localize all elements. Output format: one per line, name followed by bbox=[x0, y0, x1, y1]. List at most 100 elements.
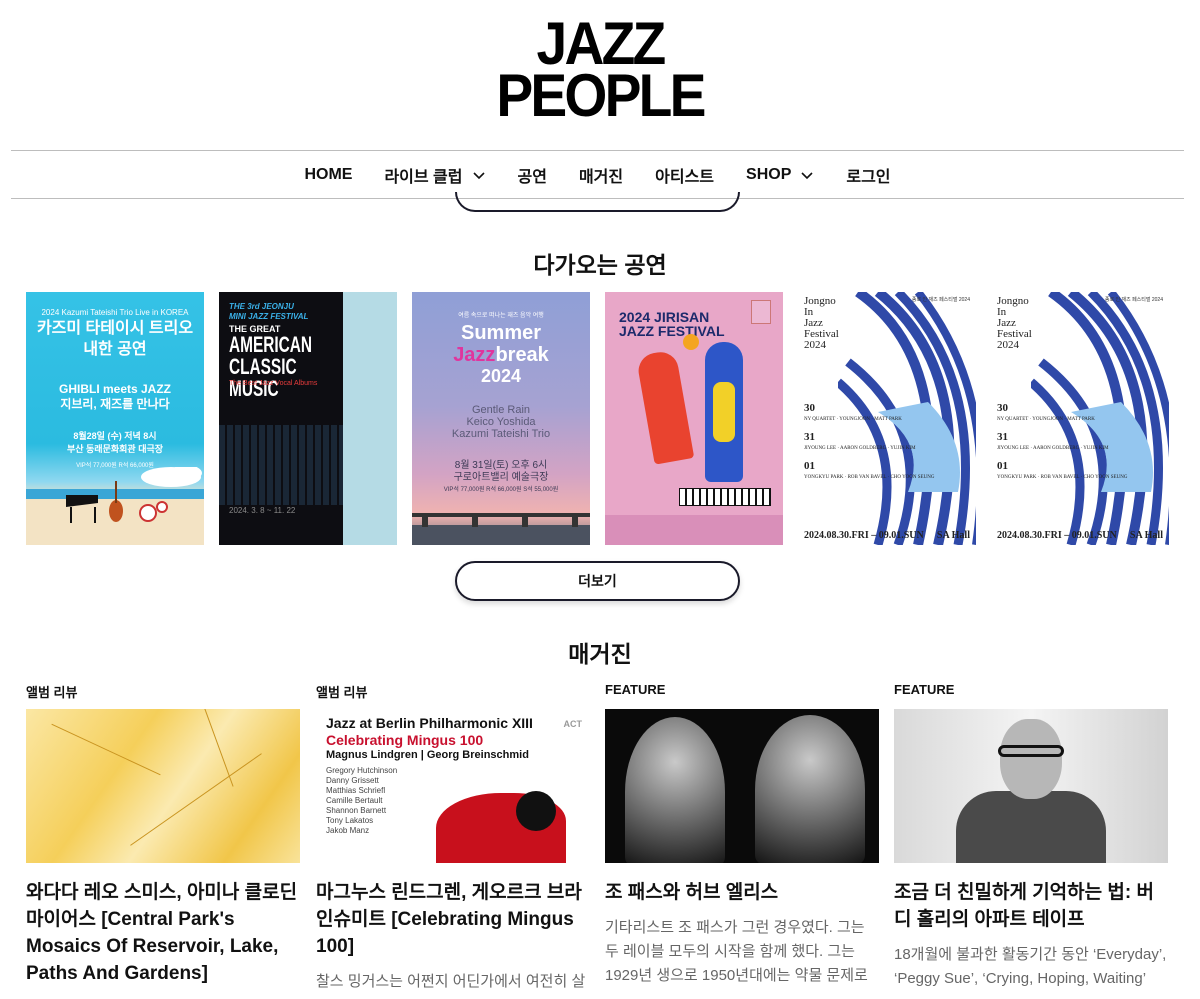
poster-text-line: CLASSIC MUSIC bbox=[229, 354, 297, 401]
poster-text-line: 8월 31일(토) 오후 6시 bbox=[454, 460, 548, 471]
poster-illustration bbox=[219, 425, 343, 505]
poster-text-line: JAZZ FESTIVAL bbox=[619, 323, 725, 339]
concert-poster[interactable]: 2024 JIRISAN JAZZ FESTIVAL bbox=[605, 292, 783, 545]
poster-footer bbox=[605, 515, 783, 545]
poster-dates: 30 NY QUARTET · YOUNGJOON · MATT PARK 31… bbox=[997, 402, 1128, 482]
poster-text: AMERICAN CLASSIC MUSIC bbox=[229, 334, 347, 400]
concert-poster[interactable]: THE 3rd JEONJU MINI JAZZ FESTIVAL THE GRE… bbox=[219, 292, 397, 545]
poster-text: Summer bbox=[460, 322, 542, 344]
poster-text-line: Keico Yoshida bbox=[466, 416, 536, 428]
nav-label: 로그인 bbox=[846, 168, 891, 186]
poster-text-line: break bbox=[495, 344, 549, 366]
poster-date-day: 30 bbox=[804, 402, 815, 414]
poster-text: SA Hall bbox=[936, 530, 970, 541]
poster-text-line: 부산 동래문화회관 대극장 bbox=[66, 444, 164, 454]
poster-text: Gentle Rain Keico Yoshida Kazumi Tateishi … bbox=[412, 404, 590, 440]
poster-text-line: Jazz bbox=[453, 344, 496, 366]
more-concerts-button[interactable]: 더보기 bbox=[455, 561, 740, 601]
nav-item-shop[interactable]: SHOP bbox=[746, 166, 814, 184]
magazine-card[interactable]: FEATURE 조 패스와 허브 엘리스 기타리스트 조 패스가 그런 경우였다… bbox=[605, 682, 879, 988]
poster-text: The Best Jazz Vocal Albums bbox=[229, 380, 318, 387]
card-thumbnail[interactable] bbox=[26, 709, 300, 863]
card-category[interactable]: 앨범 리뷰 bbox=[316, 682, 590, 700]
card-title[interactable]: 조금 더 친밀하게 기억하는 법: 버디 홀리의 아파트 테이프 bbox=[894, 879, 1168, 933]
poster-text-line: Gentle Rain bbox=[471, 404, 531, 416]
poster-date-lineup: JIYOUNG LEE · AARON GOLDBERG · YUJIN KIM bbox=[997, 446, 1109, 451]
concert-poster[interactable]: 여름 속으로 떠나는 재즈 음악 여행 Summer Jazzbreak 202… bbox=[412, 292, 590, 545]
poster-text-line: THE 3rd JEONJU bbox=[229, 302, 294, 311]
poster-date-day: 01 bbox=[804, 460, 815, 472]
nav-item-artists[interactable]: 아티스트 bbox=[655, 163, 714, 187]
photo-figure bbox=[1000, 719, 1062, 799]
card-title[interactable]: 마그누스 린드그렌, 게오르크 브라인슈미트 [Celebrating Ming… bbox=[316, 879, 590, 960]
poster-text: 카즈미 타테이시 트리오 내한 공연 bbox=[26, 318, 204, 360]
poster-date-lineup: NY QUARTET · YOUNGJOON · MATT PARK bbox=[804, 417, 902, 422]
magazine-card[interactable]: 앨범 리뷰 Jazz at Berlin Philharmonic XIII C… bbox=[316, 682, 590, 994]
poster-text: 2024 Kazumi Tateishi Trio Live in KOREA bbox=[41, 308, 189, 317]
poster-date-day: 01 bbox=[997, 460, 1008, 472]
card-thumbnail[interactable] bbox=[894, 709, 1168, 863]
card-category[interactable]: FEATURE bbox=[894, 682, 1168, 700]
poster-text-line: 8월28일 (수) 저녁 8시 bbox=[73, 431, 157, 441]
texture-line bbox=[51, 723, 161, 776]
texture-line bbox=[198, 709, 234, 787]
poster-date-lineup: YONGKYU PARK · ROB VAN BAVEL · CHO YOON … bbox=[804, 475, 935, 480]
poster-text: 2024.08.30.FRI – 09.01.SUN bbox=[997, 530, 1117, 541]
poster-text-line: 지브리, 재즈를 만나다 bbox=[60, 397, 170, 411]
poster-text: 종로 인 재즈 페스티벌 2024 bbox=[911, 297, 970, 303]
poster-date-day: 30 bbox=[997, 402, 1008, 414]
nav-label: 매거진 bbox=[578, 168, 624, 186]
nav-item-live-club[interactable]: 라이브 클럽 bbox=[384, 163, 485, 187]
card-category[interactable]: FEATURE bbox=[605, 682, 879, 700]
poster-text-line: 내한 공연 bbox=[83, 341, 147, 358]
poster-text: Jongno In Jazz Festival 2024 bbox=[997, 296, 1032, 351]
nav-item-login[interactable]: 로그인 bbox=[846, 163, 890, 187]
photo-figure bbox=[625, 717, 725, 863]
poster-date-lineup: JIYOUNG LEE · AARON GOLDBERG · YUJIN KIM bbox=[804, 446, 916, 451]
card-excerpt: 18개월에 불과한 활동기간 동안 ‘Everyday’, ‘Peggy Sue… bbox=[894, 946, 1167, 987]
magazine-section-title: 매거진 bbox=[568, 641, 632, 667]
poster-text: 2024. 3. 8 ~ 11. 22 bbox=[229, 506, 296, 515]
thumb-text: Jazz at Berlin Philharmonic XIII bbox=[326, 715, 533, 731]
poster-text: SA Hall bbox=[1129, 530, 1163, 541]
poster-illustration bbox=[412, 513, 590, 545]
poster-text: GHIBLI meets JAZZ 지브리, 재즈를 만나다 bbox=[26, 382, 204, 412]
magazine-grid: 앨범 리뷰 와다다 레오 스미스, 아미나 클로딘 마이어스 [Central … bbox=[26, 682, 1176, 999]
poster-text: Jongno In Jazz Festival 2024 bbox=[804, 296, 839, 351]
card-title[interactable]: 조 패스와 허브 엘리스 bbox=[605, 879, 879, 906]
card-thumbnail[interactable]: Jazz at Berlin Philharmonic XIII Celebra… bbox=[316, 709, 590, 863]
card-thumbnail[interactable] bbox=[605, 709, 879, 863]
poster-date-lineup: NY QUARTET · YOUNGJOON · MATT PARK bbox=[997, 417, 1095, 422]
poster-text: 여름 속으로 떠나는 재즈 음악 여행 bbox=[458, 313, 544, 319]
poster-text-line: Kazumi Tateishi Trio bbox=[451, 428, 551, 440]
scrolled-button-edge bbox=[455, 192, 740, 212]
nav-item-magazine[interactable]: 매거진 bbox=[579, 163, 623, 187]
card-excerpt: 기타리스트 조 패스가 그런 경우였다. 그는 두 레이블 모두의 시작을 함께… bbox=[605, 919, 868, 984]
poster-date-lineup: YONGKYU PARK · ROB VAN BAVEL · CHO YOON … bbox=[997, 475, 1128, 480]
poster-dates: 30 NY QUARTET · YOUNGJOON · MATT PARK 31… bbox=[804, 402, 935, 482]
poster-text: THE 3rd JEONJU MINI JAZZ FESTIVAL bbox=[229, 302, 308, 322]
concert-poster[interactable]: 2024 Kazumi Tateishi Trio Live in KOREA … bbox=[26, 292, 204, 545]
nav-label: 아티스트 bbox=[655, 168, 715, 186]
card-title[interactable]: 와다다 레오 스미스, 아미나 클로딘 마이어스 [Central Park's… bbox=[26, 879, 300, 987]
qr-code-icon bbox=[751, 300, 771, 324]
magazine-card[interactable]: 앨범 리뷰 와다다 레오 스미스, 아미나 클로딘 마이어스 [Central … bbox=[26, 682, 300, 987]
thumb-text: Magnus Lindgren | Georg Breinschmid bbox=[326, 749, 529, 761]
card-category[interactable]: 앨범 리뷰 bbox=[26, 682, 300, 700]
site-logo[interactable]: JAZZ PEOPLE bbox=[0, 14, 1200, 126]
poster-illustration bbox=[683, 334, 699, 350]
upcoming-section-title: 다가오는 공연 bbox=[533, 252, 667, 278]
nav-item-home[interactable]: HOME bbox=[304, 166, 352, 184]
poster-schedule-panel bbox=[343, 292, 397, 545]
card-excerpt: 찰스 밍거스는 어쩐지 어딘가에서 여전히 살 bbox=[316, 973, 586, 990]
poster-text-line: 2024 bbox=[804, 339, 826, 351]
nav-item-concerts[interactable]: 공연 bbox=[518, 163, 547, 187]
poster-text: 8월28일 (수) 저녁 8시부산 동래문화회관 대극장 bbox=[26, 430, 204, 456]
concert-poster[interactable]: Jongno In Jazz Festival 2024 종로 인 재즈 페스티… bbox=[991, 292, 1169, 545]
nav-label: 라이브 클럽 bbox=[384, 168, 463, 186]
poster-date-day: 31 bbox=[804, 431, 815, 443]
poster-text: 8월 31일(토) 오후 6시 구로아트밸리 예술극장 bbox=[412, 460, 590, 484]
photo-figure bbox=[956, 791, 1106, 863]
magazine-card[interactable]: FEATURE 조금 더 친밀하게 기억하는 법: 버디 홀리의 아파트 테이프… bbox=[894, 682, 1168, 991]
concert-poster[interactable]: Jongno In Jazz Festival 2024 종로 인 재즈 페스티… bbox=[798, 292, 976, 545]
